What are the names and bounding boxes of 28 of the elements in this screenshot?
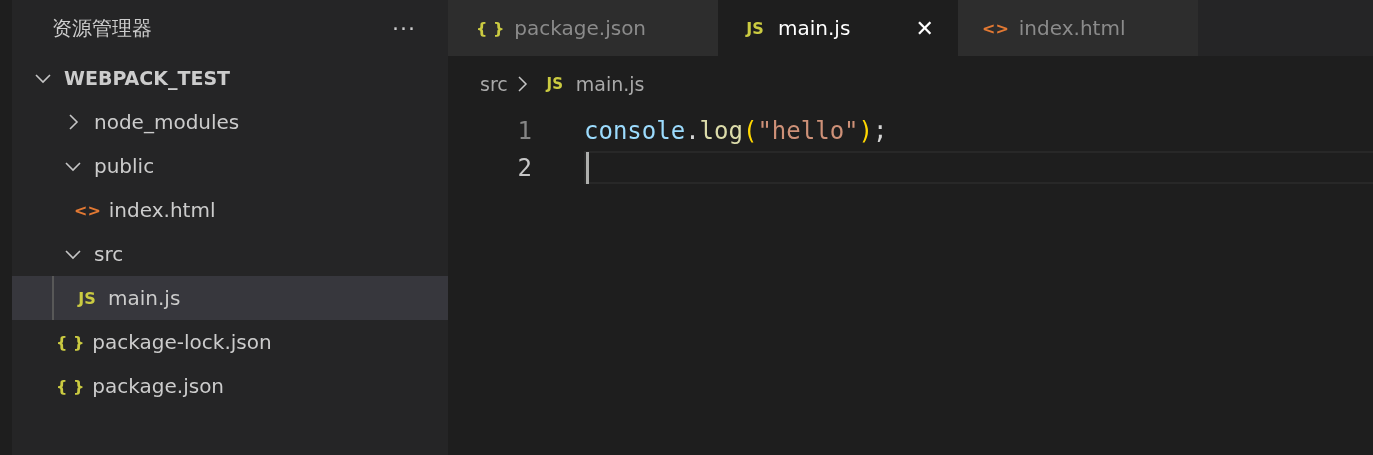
tree-item[interactable]: JS main.js bbox=[12, 276, 448, 320]
breadcrumb-item[interactable]: src bbox=[480, 73, 508, 95]
file-type-icon: { } bbox=[56, 332, 85, 352]
tree-item[interactable]: node_modules bbox=[12, 100, 448, 144]
tree-item[interactable]: { } package-lock.json bbox=[12, 320, 448, 364]
tree-item[interactable]: src bbox=[12, 232, 448, 276]
chevron-right-icon bbox=[515, 75, 528, 93]
file-type-icon: { } bbox=[56, 376, 85, 396]
line-number: 2 bbox=[516, 153, 532, 182]
more-actions-button[interactable]: ··· bbox=[390, 15, 418, 41]
breadcrumb-item[interactable]: main.js bbox=[575, 73, 645, 95]
file-type-icon: <> bbox=[982, 18, 1009, 38]
file-type-icon: JS bbox=[74, 288, 100, 308]
sidebar-title: 资源管理器 bbox=[52, 14, 152, 42]
editor-tab[interactable]: { } package.json bbox=[448, 0, 718, 56]
file-type-icon: { } bbox=[476, 18, 505, 38]
tree-item[interactable]: <> index.html bbox=[12, 188, 448, 232]
code-line: console.log("hello"); bbox=[584, 115, 889, 147]
line-number: 1 bbox=[516, 116, 532, 145]
file-type-icon: JS bbox=[541, 75, 568, 93]
close-icon[interactable]: ✕ bbox=[915, 15, 934, 41]
editor-tab[interactable]: <> index.html bbox=[958, 0, 1198, 56]
file-type-icon: JS bbox=[742, 18, 768, 38]
tree-item[interactable]: WEBPACK_TEST bbox=[12, 56, 448, 100]
editor-tab[interactable]: JS main.js ✕ bbox=[718, 0, 958, 56]
file-type-icon: <> bbox=[74, 200, 101, 220]
tree-item[interactable]: public bbox=[12, 144, 448, 188]
tree-item[interactable]: { } package.json bbox=[12, 364, 448, 408]
